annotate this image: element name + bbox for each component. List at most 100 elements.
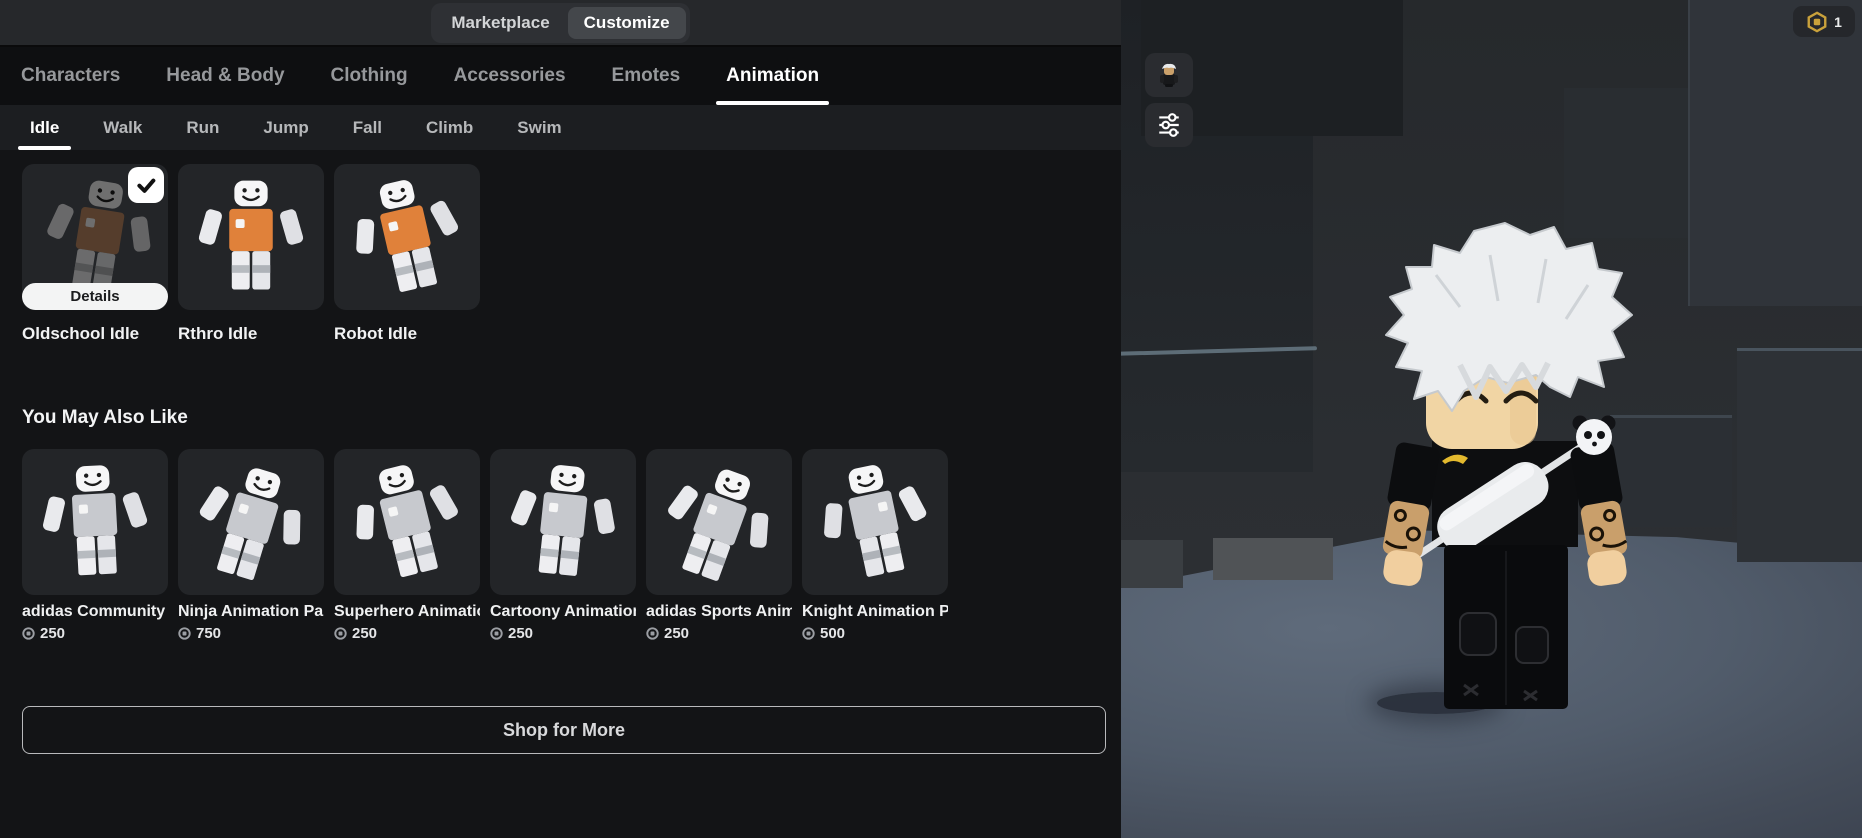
subtab-label: Idle: [30, 118, 59, 138]
price-value: 750: [196, 625, 221, 642]
subtab-label: Jump: [263, 118, 308, 138]
animation-subtabs: Idle Walk Run Jump Fall Climb Swim: [0, 105, 1121, 150]
recommended-name: Cartoony Animation: [490, 603, 636, 621]
avatar-preview-button[interactable]: [1145, 53, 1193, 97]
recommendations-heading: You May Also Like: [22, 407, 1121, 429]
customize-panel: Marketplace Customize Characters Head & B…: [0, 0, 1121, 838]
recommended-card[interactable]: [802, 449, 948, 595]
tab-emotes[interactable]: Emotes: [612, 47, 681, 105]
tab-label: Clothing: [331, 65, 408, 87]
subtab-label: Run: [186, 118, 219, 138]
subtab-fall[interactable]: Fall: [353, 105, 382, 150]
tab-label: Head & Body: [166, 65, 284, 87]
subtab-label: Swim: [517, 118, 561, 138]
owned-animations-row: Details Oldschool Idle Rthro Idle Robot …: [22, 164, 1121, 344]
recommended-item-adidas-sports-anim: adidas Sports Anim... 250: [646, 449, 792, 642]
tab-characters[interactable]: Characters: [21, 47, 120, 105]
recommended-card[interactable]: [334, 449, 480, 595]
shop-for-more-button[interactable]: Shop for More: [22, 706, 1106, 754]
tab-animation[interactable]: Animation: [726, 47, 819, 105]
tab-label: Accessories: [454, 65, 566, 87]
owned-item-rthro-idle: Rthro Idle: [178, 164, 324, 344]
recommended-card[interactable]: [178, 449, 324, 595]
avatar-figure-icon: [1158, 62, 1180, 88]
tab-clothing[interactable]: Clothing: [331, 47, 408, 105]
recommended-name: Ninja Animation Pa...: [178, 603, 324, 621]
recommended-item-cartoony-animation: Cartoony Animation 250: [490, 449, 636, 642]
subtab-run[interactable]: Run: [186, 105, 219, 150]
price-row: 250: [22, 625, 168, 642]
robux-coin-icon: [646, 627, 659, 640]
recommended-item-superhero-animatio: Superhero Animatio... 250: [334, 449, 480, 642]
animation-thumbnail: [187, 173, 315, 301]
subtab-jump[interactable]: Jump: [263, 105, 308, 150]
marketplace-button[interactable]: Marketplace: [435, 7, 565, 39]
animation-thumbnail: [334, 449, 480, 595]
price-row: 250: [646, 625, 792, 642]
robux-coin-icon: [802, 627, 815, 640]
recommended-item-knight-animation-p: Knight Animation P... 500: [802, 449, 948, 642]
robux-coin-icon: [490, 627, 503, 640]
animation-thumbnail: [178, 449, 324, 595]
animation-card[interactable]: [178, 164, 324, 310]
tab-label: Animation: [726, 65, 819, 87]
animation-card[interactable]: [334, 164, 480, 310]
price-row: 250: [334, 625, 480, 642]
animation-name: Rthro Idle: [178, 324, 324, 344]
animation-thumbnail: [493, 452, 634, 593]
subtab-idle[interactable]: Idle: [30, 105, 59, 150]
animation-thumbnail: [646, 449, 792, 595]
recommended-card[interactable]: [22, 449, 168, 595]
scene-adjustments-button[interactable]: [1145, 103, 1193, 147]
price-row: 250: [490, 625, 636, 642]
tab-label: Emotes: [612, 65, 681, 87]
animation-thumbnail: [802, 449, 948, 595]
subtab-label: Fall: [353, 118, 382, 138]
subtab-swim[interactable]: Swim: [517, 105, 561, 150]
app-window: 1 Marketplace Customize Characters Head &…: [0, 0, 1862, 838]
robux-coin-icon: [334, 627, 347, 640]
recommended-name: adidas Community ...: [22, 603, 168, 621]
sliders-icon: [1156, 112, 1182, 138]
tab-head-body[interactable]: Head & Body: [166, 47, 284, 105]
price-value: 250: [508, 625, 533, 642]
details-button[interactable]: Details: [22, 283, 168, 310]
category-tabs: Characters Head & Body Clothing Accessories…: [0, 47, 1121, 105]
animation-thumbnail: [334, 164, 480, 310]
recommended-card[interactable]: [646, 449, 792, 595]
scene-block: [1121, 540, 1183, 588]
subtab-label: Climb: [426, 118, 473, 138]
subtab-label: Walk: [103, 118, 142, 138]
recommended-card[interactable]: [490, 449, 636, 595]
tab-label: Characters: [21, 65, 120, 87]
robux-balance[interactable]: 1: [1793, 6, 1855, 37]
price-value: 250: [664, 625, 689, 642]
price-row: 750: [178, 625, 324, 642]
selected-check-badge: [128, 167, 164, 203]
customize-button[interactable]: Customize: [568, 7, 686, 39]
robux-coin-icon: [22, 627, 35, 640]
animation-name: Oldschool Idle: [22, 324, 168, 344]
recommended-item-ninja-animation-pa: Ninja Animation Pa... 750: [178, 449, 324, 642]
price-value: 250: [352, 625, 377, 642]
robux-coin-icon: [178, 627, 191, 640]
avatar-character[interactable]: [1340, 215, 1670, 730]
subtab-walk[interactable]: Walk: [103, 105, 142, 150]
scene-block: [1213, 538, 1333, 580]
recommended-name: adidas Sports Anim...: [646, 603, 792, 621]
subtab-climb[interactable]: Climb: [426, 105, 473, 150]
price-row: 500: [802, 625, 948, 642]
tab-accessories[interactable]: Accessories: [454, 47, 566, 105]
recommended-name: Superhero Animatio...: [334, 603, 480, 621]
recommended-name: Knight Animation P...: [802, 603, 948, 621]
avatar-viewport[interactable]: 1: [1121, 0, 1862, 838]
animation-card[interactable]: Details: [22, 164, 168, 310]
recommended-item-adidas-community: adidas Community ... 250: [22, 449, 168, 642]
price-value: 500: [820, 625, 845, 642]
robux-count: 1: [1834, 14, 1842, 30]
animation-thumbnail: [28, 455, 163, 590]
checkmark-icon: [135, 174, 157, 196]
animation-name: Robot Idle: [334, 324, 480, 344]
top-bar: Marketplace Customize: [0, 0, 1121, 47]
owned-item-oldschool-idle: Details Oldschool Idle: [22, 164, 168, 344]
